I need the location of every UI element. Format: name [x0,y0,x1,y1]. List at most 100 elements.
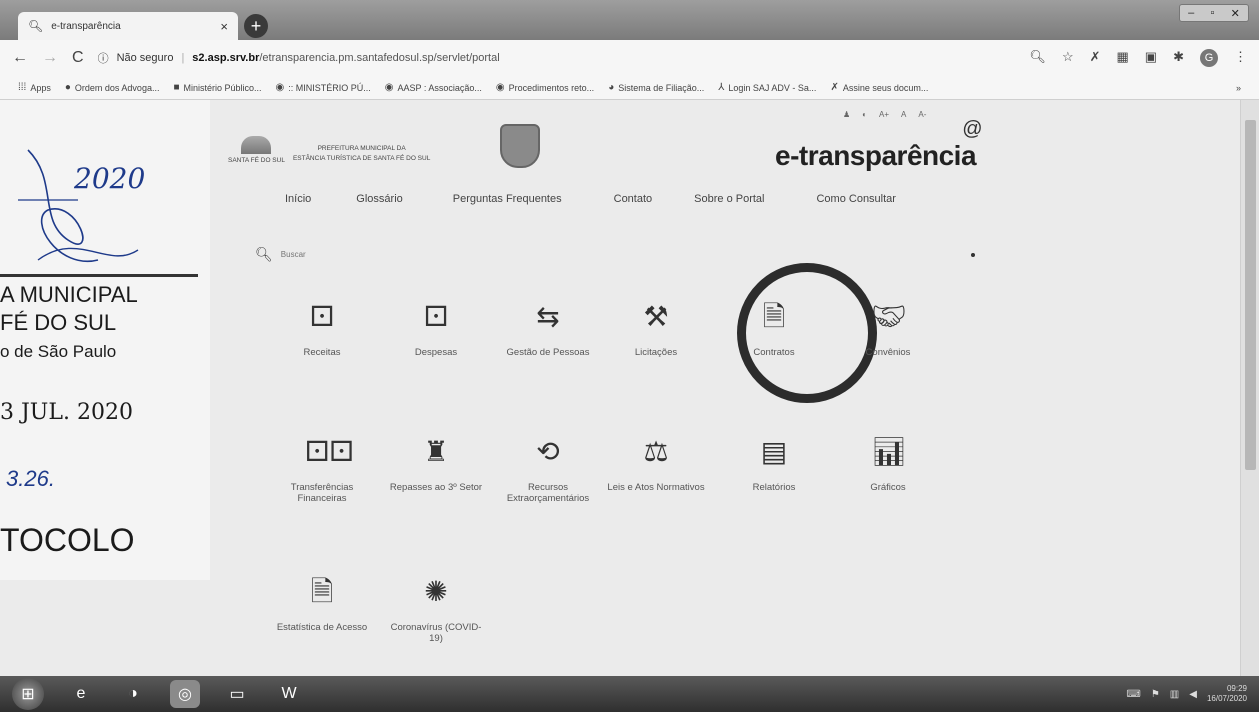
chrome-icon[interactable]: ◎ [170,680,200,708]
menu-kebab-icon[interactable]: ⋮ [1234,49,1247,67]
browser-tab[interactable]: 🔍︎ e-transparência × [18,12,238,40]
extension-puzzle-icon[interactable]: ✱ [1173,49,1184,67]
tile-recursos[interactable]: ⟲ Recursos Extraorçamentários [496,435,600,505]
page-scrollbar[interactable] [1240,100,1259,676]
contrast-icon[interactable]: ◐ [862,110,867,119]
bookmark-ministerio-pu[interactable]: ◉:: MINISTÉRIO PÚ... [276,82,371,93]
bookmark-apps[interactable]: ⁞⁞⁞ Apps [18,82,51,93]
new-tab-button[interactable]: + [244,14,268,38]
address-bar[interactable]: ⓘ Não seguro | s2.asp.srv.br/etransparen… [98,50,500,66]
city-logo-icon [241,136,272,154]
apps-grid-icon: ⁞⁞⁞ [18,82,27,93]
tile-leis[interactable]: ⚖ Leis e Atos Normativos [604,435,708,494]
stamp-divider [0,274,198,277]
minimize-icon[interactable]: – [1188,7,1194,19]
bookmark-assine[interactable]: ✗ Assine seus docum... [830,82,928,93]
accessibility-bar: ♟ ◐ A+ A A- [843,110,926,119]
nav-sobre-portal[interactable]: Sobre o Portal [694,193,764,205]
nav-como-consultar[interactable]: Como Consultar [816,193,895,205]
site-title[interactable]: e-transparência @ [775,118,983,172]
tile-gestao-pessoas[interactable]: ⇆ Gestão de Pessoas [496,300,600,359]
tile-transferencias[interactable]: ⚀⚀ Transferências Financeiras [270,435,374,505]
bookmark-star-icon[interactable]: ☆ [1062,49,1074,67]
search-input[interactable] [280,250,881,259]
font-decrease[interactable]: A- [918,110,926,119]
nav-glossario[interactable]: Glossário [356,193,402,205]
close-window-icon[interactable]: ✕ [1231,7,1240,20]
zoom-icon[interactable]: 🔍︎ [1029,49,1046,67]
nav-contato[interactable]: Contato [614,193,653,205]
tile-coronavirus[interactable]: ✺ Coronavírus (COVID-19) [384,575,488,645]
virus-icon: ✺ [424,576,448,607]
media-player-icon[interactable]: ◑ [118,680,148,708]
maximize-icon[interactable]: ▫ [1211,7,1215,19]
browser-toolbar: ← → C ⓘ Não seguro | s2.asp.srv.br/etran… [0,40,1259,76]
bookmark-procedimentos[interactable]: ◉ Procedimentos reto... [496,82,594,93]
info-icon[interactable]: ⓘ [98,50,109,66]
globe-icon: ◉ [275,82,285,93]
main-nav: Início Glossário Perguntas Frequentes Co… [285,193,896,205]
window-controls: – ▫ ✕ [1179,4,1249,22]
pen-icon: ✗ [830,82,839,93]
tile-relatorios[interactable]: ▤ Relatórios [722,435,826,494]
bookmark-aasp[interactable]: ◉ AASP : Associação... [385,82,482,93]
file-explorer-icon[interactable]: ▭ [222,680,252,708]
search-bar: 🔍︎ [255,246,975,263]
repasses-icon: ♜ [423,436,449,467]
tile-contratos[interactable]: 🗎 Contratos [722,300,826,359]
scrollbar-thumb[interactable] [1245,120,1256,470]
forward-arrow-icon[interactable]: → [42,49,58,67]
tile-repasses[interactable]: ♜ Repasses ao 3º Setor [384,435,488,494]
handwritten-number: 3.26. [6,466,55,491]
extension-pin-icon[interactable]: ✗ [1090,49,1101,67]
municipality-name: PREFEITURA MUNICIPAL DA ESTÂNCIA TURÍSTI… [292,145,431,162]
bookmark-sistema-filiacao[interactable]: ◕ Sistema de Filiação... [608,82,704,93]
volume-icon[interactable]: ◀ [1189,689,1197,700]
handwritten-year: 2020 [74,162,146,195]
tile-estatistica[interactable]: 🗎 Estatística de Acesso [270,575,374,634]
search-icon[interactable]: 🔍︎ [255,246,273,263]
system-clock[interactable]: 09:29 16/07/2020 [1207,684,1247,703]
system-tray: ⌨ ⚑ ▥ ◀ 09:29 16/07/2020 [1126,684,1247,703]
scales-icon: ⚖ [643,436,669,467]
nav-perguntas-frequentes[interactable]: Perguntas Frequentes [453,193,562,205]
windows-taskbar: ⊞ e ◑ ◎ ▭ W ⌨ ⚑ ▥ ◀ 09:29 16/07/2020 [0,676,1259,712]
city-crest-icon [500,124,540,168]
nav-inicio[interactable]: Início [285,193,311,205]
close-tab-icon[interactable]: × [220,19,228,34]
globe-icon: ◉ [495,82,505,93]
font-increase[interactable]: A+ [879,110,889,119]
protocol-stamp: 2020 A MUNICIPAL FÉ DO SUL o de São Paul… [0,100,210,580]
reload-icon[interactable]: C [72,49,84,67]
contract-document-icon: 🗎 [762,301,786,332]
profile-avatar[interactable]: G [1200,49,1218,67]
start-button[interactable]: ⊞ [12,678,44,710]
accessibility-person-icon[interactable]: ♟ [843,110,850,119]
logo-block-left: SANTA FÉ DO SUL [228,136,285,165]
stamp-line1: A MUNICIPAL [0,282,138,307]
tile-licitacoes[interactable]: ⚒ Licitações [604,300,708,359]
tile-receitas[interactable]: ⚀ Receitas [270,300,374,359]
extension-b-icon[interactable]: ▣ [1145,49,1157,67]
transferencias-icon: ⚀⚀ [305,436,354,467]
tile-despesas[interactable]: ⚀ Despesas [384,300,488,359]
keyboard-icon[interactable]: ⌨ [1126,689,1140,700]
flag-icon[interactable]: ⚑ [1151,689,1160,700]
tile-convenios[interactable]: 🤝︎ Convênios [836,300,940,359]
url-path: /etransparencia.pm.santafedosul.sp/servl… [259,52,500,64]
bookmark-oab[interactable]: ● Ordem dos Advoga... [65,82,160,93]
stamp-protocol: TOCOLO [0,522,135,558]
oab-icon: ● [64,82,71,93]
municipality-logo[interactable]: SANTA FÉ DO SUL PREFEITURA MUNICIPAL DA … [228,136,430,165]
back-arrow-icon[interactable]: ← [12,49,28,67]
url-host: s2.asp.srv.br [192,52,260,64]
network-icon[interactable]: ▥ [1170,689,1179,700]
bookmark-saj-adv[interactable]: ⅄ Login SAJ ADV - Sa... [718,82,816,93]
tile-graficos[interactable]: 📊︎ Gráficos [836,435,940,494]
font-default[interactable]: A [901,110,906,119]
extension-icon[interactable]: ▦ [1117,49,1129,67]
word-icon[interactable]: W [274,680,304,708]
bookmark-ministerio-publico[interactable]: ■ Ministério Público... [173,82,261,93]
more-bookmarks-icon[interactable]: » [1236,83,1241,93]
internet-explorer-icon[interactable]: e [66,680,96,708]
